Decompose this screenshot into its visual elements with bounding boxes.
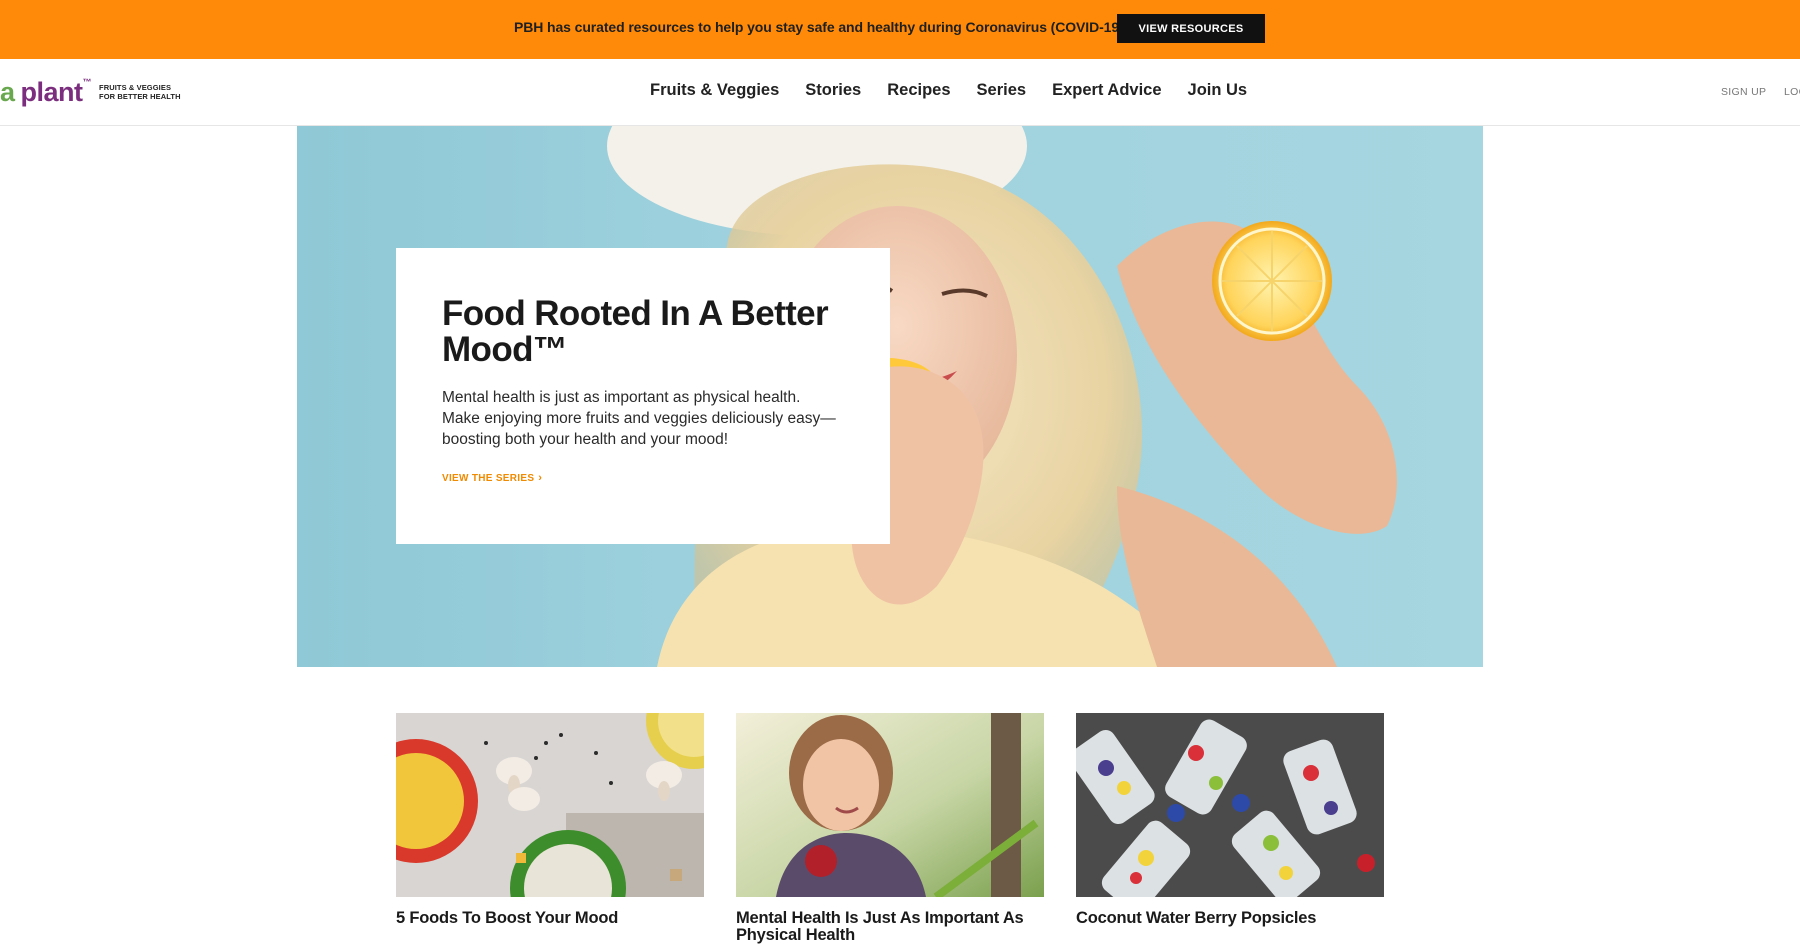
- logo-tagline-line2: FOR BETTER HEALTH: [99, 92, 181, 101]
- nav-stories[interactable]: Stories: [805, 81, 861, 100]
- log-in-link[interactable]: LOG: [1784, 86, 1800, 98]
- site-header: a plant™ FRUITS & VEGGIES FOR BETTER HEAL…: [0, 59, 1800, 126]
- article-card-popsicles[interactable]: Coconut Water Berry Popsicles: [1076, 713, 1384, 927]
- chevron-right-icon: ›: [538, 472, 543, 484]
- logo-trademark: ™: [82, 76, 92, 87]
- hero-banner: Food Rooted In A Better Mood™ Mental hea…: [297, 126, 1483, 667]
- nav-join-us[interactable]: Join Us: [1188, 81, 1248, 100]
- nav-expert-advice[interactable]: Expert Advice: [1052, 81, 1161, 100]
- logo-tagline-line1: FRUITS & VEGGIES: [99, 83, 172, 92]
- view-the-series-link[interactable]: VIEW THE SERIES ›: [442, 472, 542, 484]
- nav-recipes[interactable]: Recipes: [887, 81, 950, 100]
- nav-series[interactable]: Series: [977, 81, 1027, 100]
- hero-content-card: Food Rooted In A Better Mood™ Mental hea…: [396, 248, 890, 544]
- main-nav: Fruits & Veggies Stories Recipes Series …: [650, 81, 1273, 100]
- article-card-5-foods[interactable]: 5 Foods To Boost Your Mood: [396, 713, 704, 927]
- article-card-title: Coconut Water Berry Popsicles: [1076, 909, 1317, 927]
- bowls-and-mushrooms-photo: [396, 713, 704, 897]
- sign-up-link[interactable]: SIGN UP: [1721, 86, 1766, 98]
- site-logo[interactable]: a plant™ FRUITS & VEGGIES FOR BETTER HEAL…: [0, 75, 181, 109]
- article-card-title: Mental Health Is Just As Important As Ph…: [736, 909, 1024, 944]
- hero-description: Mental health is just as important as ph…: [442, 389, 836, 448]
- article-card-title: 5 Foods To Boost Your Mood: [396, 909, 619, 927]
- banner-message: PBH has curated resources to help you st…: [514, 19, 1128, 35]
- berry-popsicles-photo: [1076, 713, 1384, 897]
- hero-title: Food Rooted In A Better Mood™: [442, 294, 829, 369]
- covid-announcement-banner: PBH has curated resources to help you st…: [0, 0, 1800, 59]
- logo-word-plant: plant: [20, 76, 84, 107]
- view-the-series-label: VIEW THE SERIES: [442, 472, 535, 484]
- logo-tagline: FRUITS & VEGGIES FOR BETTER HEALTH: [99, 83, 181, 101]
- woman-with-apple-photo: [736, 713, 1044, 897]
- logo-letter-a: a: [0, 76, 15, 107]
- nav-fruits-veggies[interactable]: Fruits & Veggies: [650, 81, 779, 100]
- article-card-mental-health[interactable]: Mental Health Is Just As Important As Ph…: [736, 713, 1044, 944]
- view-resources-button[interactable]: VIEW RESOURCES: [1117, 14, 1265, 43]
